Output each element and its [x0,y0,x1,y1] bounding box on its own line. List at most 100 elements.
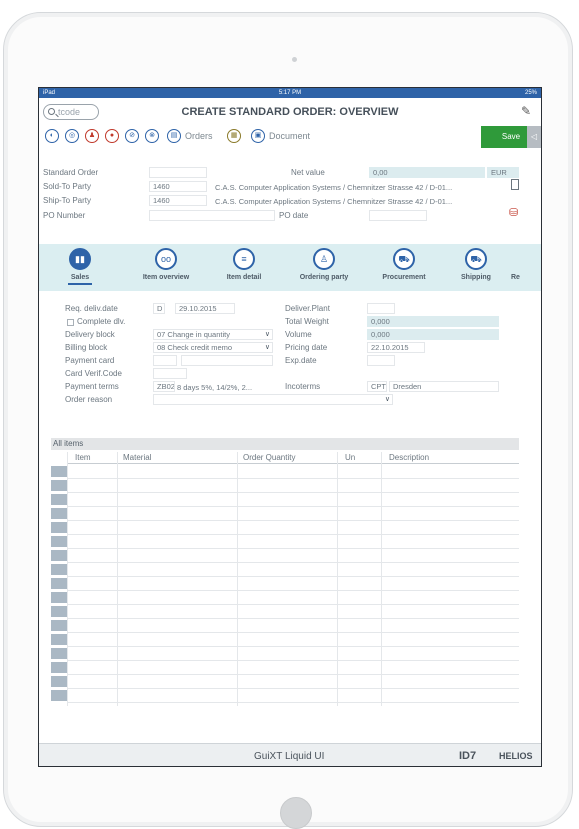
tab-label: Ordering party [299,274,349,281]
tab-ordering-party[interactable]: ♙ Ordering party [289,248,359,281]
po-number-field[interactable] [149,210,275,221]
person-icon: ♙ [313,248,335,270]
document-icon[interactable] [511,179,519,190]
incoterms-place-field[interactable]: Dresden [389,381,499,392]
req-deliv-date-field[interactable]: 29.10.2015 [175,303,235,314]
active-tab-indicator [68,283,92,285]
row-selector[interactable] [51,648,67,659]
table-row[interactable] [67,576,519,577]
calculator-icon[interactable]: ▦ [227,129,241,143]
standard-order-field[interactable] [149,167,207,178]
column-order-quantity[interactable]: Order Quantity [243,452,295,464]
row-selector[interactable] [51,634,67,645]
link-icon[interactable]: ⊘ [125,129,139,143]
complete-dlv-checkbox[interactable] [67,319,74,326]
table-row[interactable] [67,702,519,703]
title-bar: tcode CREATE STANDARD ORDER: OVERVIEW ✎ [39,98,541,126]
table-row[interactable] [67,506,519,507]
delivery-block-select[interactable]: 07 Change in quantity ∨ [153,329,273,340]
row-selector[interactable] [51,578,67,589]
row-selector[interactable] [51,480,67,491]
ship-to-label: Ship-To Party [43,196,92,205]
payment-card-type-field[interactable] [153,355,177,366]
row-selector[interactable] [51,690,67,701]
tab-item-overview[interactable]: oo Item overview [131,248,201,281]
req-deliv-date-label: Req. deliv.date [65,304,118,313]
incoterms-code-field[interactable]: CPT [367,381,387,392]
display-icon[interactable]: ◐ [45,129,59,143]
document-icon[interactable]: ▣ [251,129,265,143]
exp-date-field[interactable] [367,355,395,366]
row-selector[interactable] [51,662,67,673]
standard-order-label: Standard Order [43,168,99,177]
row-selector[interactable] [51,592,67,603]
table-row[interactable] [67,492,519,493]
save-button[interactable]: Save ◁ [481,126,541,148]
billing-block-select[interactable]: 08 Check credit memo ∨ [153,342,273,353]
payment-terms-code-field[interactable]: ZB02 [153,381,175,392]
header-icon[interactable]: ◎ [65,129,79,143]
table-row[interactable] [67,478,519,479]
ship-to-description: C.A.S. Computer Application Systems / Ch… [215,197,453,206]
tab-item-detail[interactable]: ≡ Item detail [209,248,279,281]
tab-more[interactable]: Re [501,248,541,281]
table-row[interactable] [67,688,519,689]
table-row[interactable] [67,520,519,521]
row-selector[interactable] [51,494,67,505]
tab-sales[interactable]: ▮▮ Sales [45,248,115,285]
table-row[interactable] [67,618,519,619]
document-button[interactable]: Document [269,131,310,141]
clipboard-icon: ≡ [233,248,255,270]
tab-procurement[interactable]: ⛟ Procurement [369,248,439,281]
config-icon[interactable]: ⊗ [145,129,159,143]
row-selector[interactable] [51,508,67,519]
stop-icon[interactable]: ● [105,129,119,143]
orders-button[interactable]: Orders [185,131,213,141]
total-weight-label: Total Weight [285,317,329,326]
po-number-label: PO Number [43,211,86,220]
table-row[interactable] [67,646,519,647]
partner-icon[interactable]: ♟ [85,129,99,143]
row-selector[interactable] [51,536,67,547]
items-section-title: All items [51,438,519,450]
column-item[interactable]: Item [75,452,91,464]
deliver-plant-field[interactable] [367,303,395,314]
deliver-plant-label: Deliver.Plant [285,304,330,313]
pdf-icon[interactable]: ⛁ [509,206,518,219]
edit-icon[interactable]: ✎ [521,104,531,118]
row-selector[interactable] [51,466,67,477]
table-row[interactable] [67,604,519,605]
table-row[interactable] [67,632,519,633]
row-selector[interactable] [51,522,67,533]
table-row[interactable] [67,660,519,661]
table-row[interactable] [67,548,519,549]
po-date-field[interactable] [369,210,427,221]
table-row[interactable] [67,534,519,535]
sold-to-field[interactable]: 1460 [149,181,207,192]
table-row[interactable] [67,562,519,563]
ship-to-field[interactable]: 1460 [149,195,207,206]
pricing-date-field[interactable]: 22.10.2015 [367,342,425,353]
back-arrow-icon[interactable]: ◁ [527,126,541,148]
row-selector[interactable] [51,676,67,687]
row-selector[interactable] [51,606,67,617]
volume-label: Volume [285,330,312,339]
clock: 5:17 PM [278,90,302,96]
table-row[interactable] [67,674,519,675]
column-unit[interactable]: Un [345,452,355,464]
req-deliv-type-field[interactable]: D [153,303,165,314]
orders-icon[interactable]: ▤ [167,129,181,143]
tab-label: Item overview [142,274,190,281]
order-reason-select[interactable]: ∨ [153,394,393,405]
table-row[interactable] [67,590,519,591]
sold-to-description: C.A.S. Computer Application Systems / Ch… [215,183,453,192]
card-verif-field[interactable] [153,368,187,379]
row-selector[interactable] [51,620,67,631]
row-selector[interactable] [51,550,67,561]
row-selector[interactable] [51,564,67,575]
column-material[interactable]: Material [123,452,151,464]
system-id: ID7 [459,750,477,762]
payment-card-field[interactable] [181,355,273,366]
column-description[interactable]: Description [389,452,429,464]
home-button[interactable] [280,797,312,829]
